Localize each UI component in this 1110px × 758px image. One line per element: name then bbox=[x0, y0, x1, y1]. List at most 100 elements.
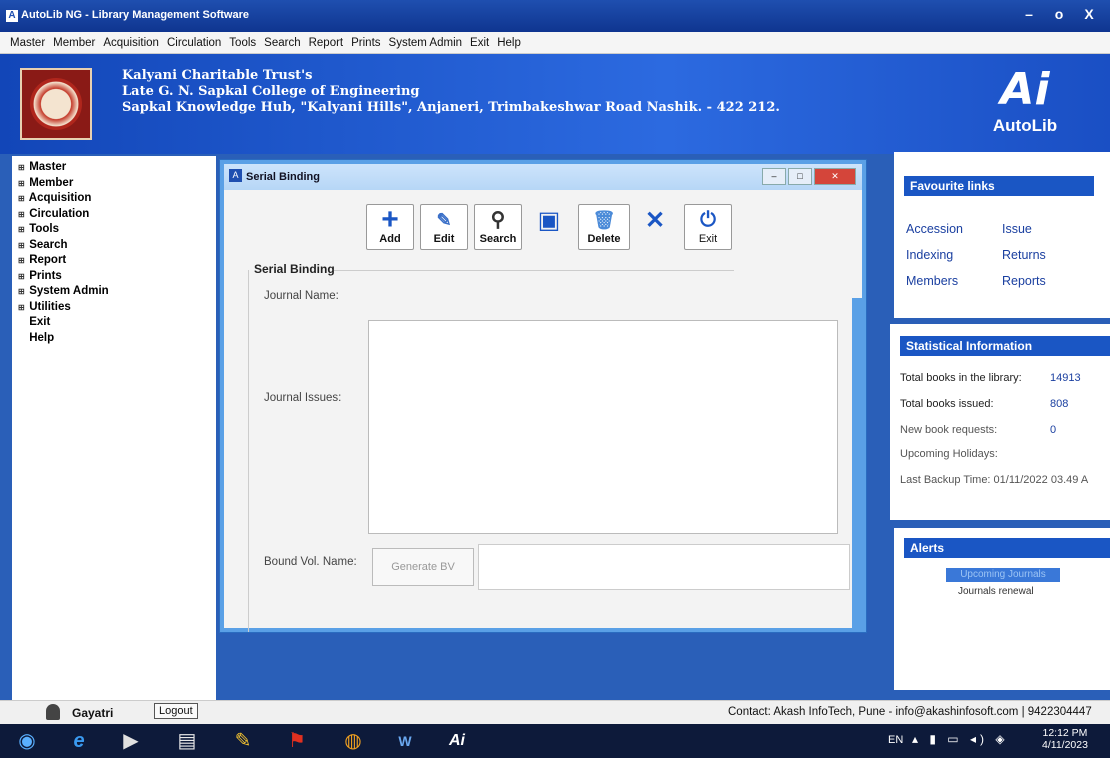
fav-link-accession[interactable]: Accession bbox=[906, 222, 963, 236]
expand-icon[interactable]: ⊞ bbox=[18, 191, 26, 207]
autolib-task-icon[interactable]: Ai bbox=[440, 727, 474, 755]
menu-prints[interactable]: Prints bbox=[347, 37, 384, 49]
edit-icon: ✎ bbox=[436, 210, 452, 230]
sidebar-item-report[interactable]: ⊞ Report bbox=[18, 253, 210, 269]
book-requests-value: 0 bbox=[1050, 424, 1057, 436]
college-name: Late G. N. Sapkal College of Engineering bbox=[122, 84, 420, 99]
expand-icon[interactable]: ⊞ bbox=[18, 269, 26, 285]
sidebar-item-member[interactable]: ⊞ Member bbox=[18, 176, 210, 192]
minimize-button[interactable]: – bbox=[1016, 4, 1042, 24]
menu-master[interactable]: Master bbox=[6, 37, 49, 49]
menu-circulation[interactable]: Circulation bbox=[163, 37, 225, 49]
fav-link-reports[interactable]: Reports bbox=[1002, 274, 1046, 288]
expand-icon[interactable]: ⊞ bbox=[18, 207, 26, 223]
logout-button[interactable]: Logout bbox=[154, 703, 198, 719]
media-player-icon[interactable]: ▶ bbox=[114, 727, 148, 755]
delete-button[interactable]: 🗑 Delete bbox=[578, 204, 630, 250]
sidebar-item-master[interactable]: ⊞ Master bbox=[18, 160, 210, 176]
expand-icon[interactable]: ⊞ bbox=[18, 222, 26, 238]
generate-bv-button[interactable]: Generate BV bbox=[372, 548, 474, 586]
word-icon[interactable]: W bbox=[388, 727, 422, 755]
sidebar-nav: ⊞ Master ⊞ Member ⊞ Acquisition ⊞ Circul… bbox=[12, 156, 216, 700]
dialog-title: Serial Binding bbox=[246, 171, 320, 183]
cancel-button[interactable]: ✕ bbox=[640, 204, 670, 244]
dialog-maximize-button[interactable]: □ bbox=[788, 168, 812, 185]
expand-icon[interactable]: ⊞ bbox=[18, 300, 26, 316]
group-title: Serial Binding bbox=[254, 262, 335, 276]
sidebar-item-search[interactable]: ⊞ Search bbox=[18, 238, 210, 254]
trash-icon: 🗑 bbox=[592, 210, 616, 230]
dialog-minimize-button[interactable]: – bbox=[762, 168, 786, 185]
expand-icon[interactable]: ⊞ bbox=[18, 160, 26, 176]
sidebar-item-acquisition[interactable]: ⊞ Acquisition bbox=[18, 191, 210, 207]
header-banner: Kalyani Charitable Trust's Late G. N. Sa… bbox=[0, 54, 1110, 154]
file-explorer-icon[interactable]: ▤ bbox=[170, 727, 204, 755]
sidebar-item-utilities[interactable]: ⊞ Utilities bbox=[18, 300, 210, 316]
paint-icon[interactable]: ✎ bbox=[226, 727, 260, 755]
serial-binding-dialog: A Serial Binding – □ ✕ + Add ✎ Edit ⚲ Se… bbox=[220, 160, 866, 632]
sidebar-item-exit[interactable]: Exit bbox=[18, 315, 210, 331]
favourite-links-title: Favourite links bbox=[904, 176, 1094, 196]
language-indicator[interactable]: EN bbox=[888, 734, 903, 746]
total-books-label: Total books in the library: bbox=[900, 372, 1022, 384]
journal-name-field[interactable] bbox=[368, 284, 838, 306]
alert-upcoming-journals[interactable]: Upcoming Journals bbox=[946, 568, 1060, 582]
menu-help[interactable]: Help bbox=[493, 37, 525, 49]
fav-link-issue[interactable]: Issue bbox=[1002, 222, 1032, 236]
dialog-title-bar: A Serial Binding – □ ✕ bbox=[224, 164, 862, 190]
trust-name: Kalyani Charitable Trust's bbox=[122, 68, 313, 83]
contact-info: Contact: Akash InfoTech, Pune - info@aka… bbox=[728, 706, 1092, 718]
college-logo bbox=[20, 68, 92, 140]
journal-issues-list[interactable] bbox=[368, 320, 838, 534]
expand-icon[interactable]: ⊞ bbox=[18, 284, 26, 300]
sidebar-item-circulation[interactable]: ⊞ Circulation bbox=[18, 207, 210, 223]
clock[interactable]: 12:12 PM 4/11/2023 bbox=[1042, 727, 1088, 751]
autolib-brand: Ai AutoLib bbox=[970, 64, 1080, 144]
plus-icon: + bbox=[381, 203, 399, 236]
total-books-value: 14913 bbox=[1050, 372, 1081, 384]
journal-name-label: Journal Name: bbox=[264, 290, 339, 302]
close-button[interactable]: X bbox=[1076, 4, 1102, 24]
dialog-scrollbar[interactable] bbox=[852, 298, 862, 632]
alert-journals-renewal[interactable]: Journals renewal bbox=[958, 586, 1034, 597]
menu-acquisition[interactable]: Acquisition bbox=[99, 37, 163, 49]
internet-explorer-icon[interactable]: e bbox=[62, 727, 96, 755]
tray-icons[interactable]: ▴ ▮ ▭ ◂) ◈ bbox=[912, 732, 1009, 746]
menu-member[interactable]: Member bbox=[49, 37, 99, 49]
menu-exit[interactable]: Exit bbox=[466, 37, 493, 49]
fav-link-returns[interactable]: Returns bbox=[1002, 248, 1046, 262]
alerts-panel: Alerts Upcoming Journals Journals renewa… bbox=[894, 528, 1110, 690]
college-address: Sapkal Knowledge Hub, "Kalyani Hills", A… bbox=[122, 100, 780, 115]
expand-icon[interactable]: ⊞ bbox=[18, 238, 26, 254]
bound-vol-name-field[interactable] bbox=[478, 544, 850, 590]
sidebar-item-help[interactable]: Help bbox=[18, 331, 210, 347]
maximize-button[interactable]: o bbox=[1046, 4, 1072, 24]
statistics-panel: Statistical Information Total books in t… bbox=[890, 324, 1110, 520]
sidebar-item-system-admin[interactable]: ⊞ System Admin bbox=[18, 284, 210, 300]
menu-tools[interactable]: Tools bbox=[225, 37, 260, 49]
exit-button[interactable]: ⏻ Exit bbox=[684, 204, 732, 250]
power-icon: ⏻ bbox=[700, 209, 716, 231]
sidebar-item-prints[interactable]: ⊞ Prints bbox=[18, 269, 210, 285]
statistics-title: Statistical Information bbox=[900, 336, 1110, 356]
menu-system-admin[interactable]: System Admin bbox=[385, 37, 467, 49]
dialog-close-button[interactable]: ✕ bbox=[814, 168, 856, 185]
save-button[interactable]: ▣ bbox=[534, 204, 564, 244]
edit-button[interactable]: ✎ Edit bbox=[420, 204, 468, 250]
fav-link-members[interactable]: Members bbox=[906, 274, 958, 288]
expand-icon[interactable]: ⊞ bbox=[18, 176, 26, 192]
autolib-logo-icon: Ai bbox=[1000, 64, 1050, 115]
window-title: AutoLib NG - Library Management Software bbox=[21, 9, 249, 21]
chrome-icon[interactable]: ◍ bbox=[336, 727, 370, 755]
sidebar-item-tools[interactable]: ⊞ Tools bbox=[18, 222, 210, 238]
favourite-links-panel: Favourite links Accession Issue Indexing… bbox=[894, 152, 1110, 318]
pdf-reader-icon[interactable]: ⚑ bbox=[280, 727, 314, 755]
menu-report[interactable]: Report bbox=[305, 37, 348, 49]
add-button[interactable]: + Add bbox=[366, 204, 414, 250]
fav-link-indexing[interactable]: Indexing bbox=[906, 248, 953, 262]
menu-search[interactable]: Search bbox=[260, 37, 304, 49]
start-button-icon[interactable]: ◉ bbox=[10, 727, 44, 755]
expand-icon[interactable]: ⊞ bbox=[18, 253, 26, 269]
window-title-bar: A AutoLib NG - Library Management Softwar… bbox=[0, 0, 1110, 32]
search-button[interactable]: ⚲ Search bbox=[474, 204, 522, 250]
